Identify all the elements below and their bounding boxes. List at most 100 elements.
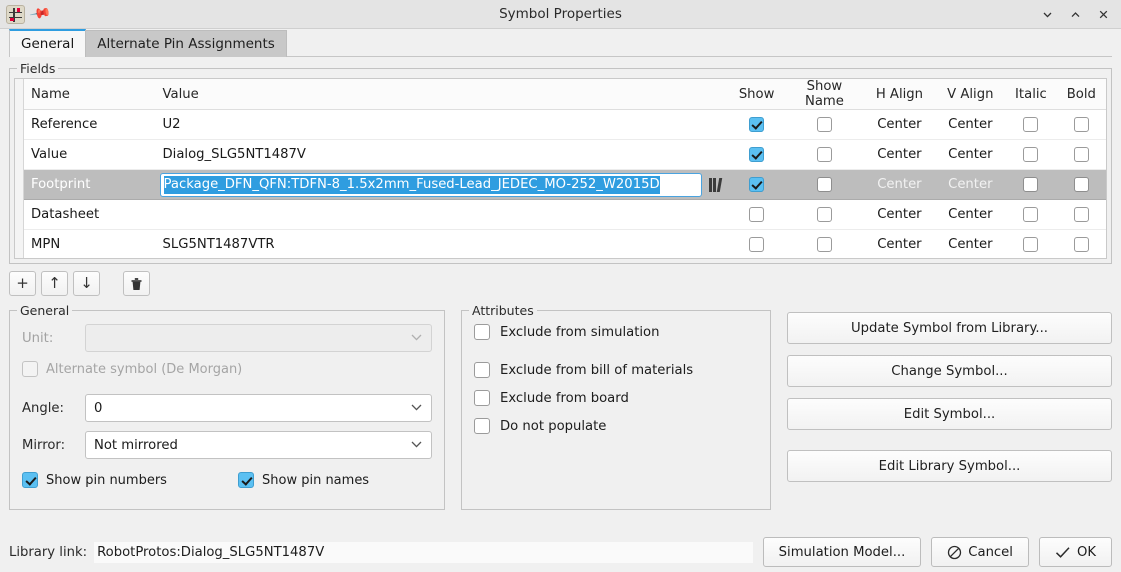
italic-checkbox[interactable] (1023, 117, 1038, 132)
footprint-input[interactable]: Package_DFN_QFN:TDFN-8_1.5x2mm_Fused-Lea… (160, 173, 702, 197)
table-row[interactable]: Datasheet Center Center (24, 200, 1106, 230)
exclude-from-bom-row[interactable]: Exclude from bill of materials (474, 362, 758, 378)
column-header-name[interactable]: Name (24, 79, 156, 110)
change-symbol-button[interactable]: Change Symbol... (787, 355, 1112, 387)
italic-checkbox[interactable] (1023, 177, 1038, 192)
column-header-bold[interactable]: Bold (1057, 79, 1106, 110)
field-show-cell[interactable] (728, 140, 786, 170)
exclude-from-board-checkbox[interactable] (474, 390, 490, 406)
field-name-cell[interactable]: Datasheet (24, 200, 156, 230)
show-pin-names-row[interactable]: Show pin names (238, 472, 369, 488)
field-bold-cell[interactable] (1057, 110, 1106, 140)
show-checkbox[interactable] (749, 207, 764, 222)
bold-checkbox[interactable] (1074, 117, 1089, 132)
edit-symbol-button[interactable]: Edit Symbol... (787, 398, 1112, 430)
simulation-model-button[interactable]: Simulation Model... (763, 537, 922, 567)
cancel-button[interactable]: Cancel (931, 537, 1029, 567)
field-value-cell-editing[interactable]: Package_DFN_QFN:TDFN-8_1.5x2mm_Fused-Lea… (156, 170, 728, 200)
field-italic-cell[interactable] (1005, 230, 1056, 260)
delete-field-button[interactable] (123, 271, 150, 296)
maximize-button[interactable] (1061, 2, 1089, 26)
mirror-select[interactable]: Not mirrored (85, 431, 432, 459)
show-checkbox[interactable] (749, 117, 764, 132)
field-name-cell[interactable]: Reference (24, 110, 156, 140)
column-header-h-align[interactable]: H Align (863, 79, 935, 110)
bold-checkbox[interactable] (1074, 147, 1089, 162)
field-italic-cell[interactable] (1005, 140, 1056, 170)
show-name-checkbox[interactable] (817, 117, 832, 132)
do-not-populate-checkbox[interactable] (474, 418, 490, 434)
field-h-align-cell[interactable]: Center (863, 170, 935, 200)
show-name-checkbox[interactable] (817, 147, 832, 162)
table-row[interactable]: Reference U2 Center Center (24, 110, 1106, 140)
field-show-cell[interactable] (728, 230, 786, 260)
tab-alternate-pin-assignments[interactable]: Alternate Pin Assignments (85, 30, 287, 57)
show-pin-numbers-row[interactable]: Show pin numbers (22, 472, 238, 488)
column-header-italic[interactable]: Italic (1005, 79, 1056, 110)
field-v-align-cell[interactable]: Center (935, 230, 1005, 260)
field-h-align-cell[interactable]: Center (863, 140, 935, 170)
add-field-button[interactable]: + (9, 271, 36, 296)
field-show-cell[interactable] (728, 110, 786, 140)
library-books-icon[interactable] (706, 175, 724, 195)
field-show-name-cell[interactable] (785, 170, 863, 200)
column-header-show[interactable]: Show (728, 79, 786, 110)
field-bold-cell[interactable] (1057, 140, 1106, 170)
exclude-from-simulation-checkbox[interactable] (474, 324, 490, 340)
field-italic-cell[interactable] (1005, 110, 1056, 140)
tab-general[interactable]: General (9, 29, 86, 57)
move-field-down-button[interactable]: ↓ (73, 271, 100, 296)
italic-checkbox[interactable] (1023, 147, 1038, 162)
column-header-show-name[interactable]: Show Name (785, 79, 863, 110)
field-show-name-cell[interactable] (785, 230, 863, 260)
show-pin-names-checkbox[interactable] (238, 472, 254, 488)
column-header-value[interactable]: Value (156, 79, 728, 110)
show-name-checkbox[interactable] (817, 237, 832, 252)
field-v-align-cell[interactable]: Center (935, 170, 1005, 200)
exclude-from-bom-checkbox[interactable] (474, 362, 490, 378)
column-header-v-align[interactable]: V Align (935, 79, 1005, 110)
exclude-from-simulation-row[interactable]: Exclude from simulation (474, 324, 758, 340)
field-v-align-cell[interactable]: Center (935, 200, 1005, 230)
edit-library-symbol-button[interactable]: Edit Library Symbol... (787, 450, 1112, 482)
field-value-cell[interactable]: SLG5NT1487VTR (156, 230, 728, 260)
bold-checkbox[interactable] (1074, 207, 1089, 222)
field-name-cell[interactable]: Value (24, 140, 156, 170)
field-h-align-cell[interactable]: Center (863, 200, 935, 230)
table-row[interactable]: MPN SLG5NT1487VTR Center Center (24, 230, 1106, 260)
do-not-populate-row[interactable]: Do not populate (474, 418, 758, 434)
field-value-cell[interactable] (156, 200, 728, 230)
italic-checkbox[interactable] (1023, 207, 1038, 222)
field-show-name-cell[interactable] (785, 110, 863, 140)
table-row[interactable]: Footprint Package_DFN_QFN:TDFN-8_1.5x2mm… (24, 170, 1106, 200)
field-name-cell[interactable]: MPN (24, 230, 156, 260)
bold-checkbox[interactable] (1074, 177, 1089, 192)
show-checkbox[interactable] (749, 147, 764, 162)
field-h-align-cell[interactable]: Center (863, 110, 935, 140)
field-show-cell[interactable] (728, 170, 786, 200)
field-bold-cell[interactable] (1057, 200, 1106, 230)
show-checkbox[interactable] (749, 177, 764, 192)
field-name-cell[interactable]: Footprint (24, 170, 156, 200)
field-value-cell[interactable]: U2 (156, 110, 728, 140)
field-v-align-cell[interactable]: Center (935, 140, 1005, 170)
exclude-from-board-row[interactable]: Exclude from board (474, 390, 758, 406)
ok-button[interactable]: OK (1039, 537, 1112, 567)
field-v-align-cell[interactable]: Center (935, 110, 1005, 140)
field-italic-cell[interactable] (1005, 170, 1056, 200)
show-name-checkbox[interactable] (817, 177, 832, 192)
field-show-name-cell[interactable] (785, 200, 863, 230)
close-button[interactable] (1089, 2, 1117, 26)
field-h-align-cell[interactable]: Center (863, 230, 935, 260)
show-checkbox[interactable] (749, 237, 764, 252)
italic-checkbox[interactable] (1023, 237, 1038, 252)
show-name-checkbox[interactable] (817, 207, 832, 222)
field-bold-cell[interactable] (1057, 170, 1106, 200)
field-show-cell[interactable] (728, 200, 786, 230)
table-row[interactable]: Value Dialog_SLG5NT1487V Center Center (24, 140, 1106, 170)
field-bold-cell[interactable] (1057, 230, 1106, 260)
minimize-button[interactable] (1033, 2, 1061, 26)
angle-select[interactable]: 0 (85, 394, 432, 422)
pin-icon[interactable]: 📌 (29, 3, 51, 25)
update-symbol-from-library-button[interactable]: Update Symbol from Library... (787, 312, 1112, 344)
